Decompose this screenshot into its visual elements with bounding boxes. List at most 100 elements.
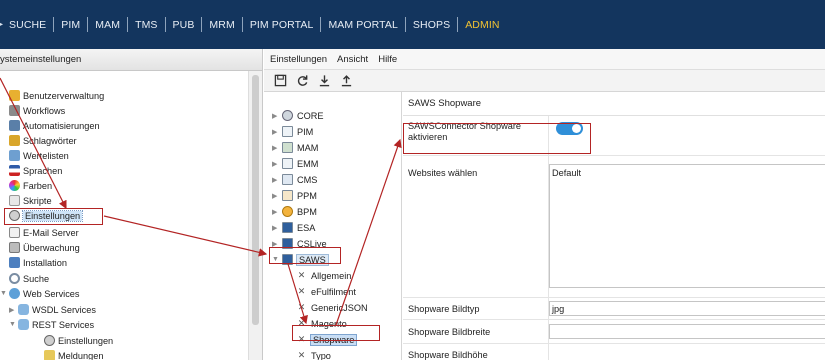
sidebar-item-meldungen[interactable]: Meldungen <box>44 348 103 360</box>
expand-arrow-icon[interactable]: ▶ <box>272 176 282 184</box>
collapse-arrow-icon[interactable]: ▼ <box>272 256 282 263</box>
sidebar-item-benutzerverwaltung[interactable]: Benutzerverwaltung <box>9 88 104 103</box>
refresh-icon[interactable] <box>294 72 311 89</box>
expand-arrow-icon[interactable]: ▶ <box>272 192 282 200</box>
nav-pub[interactable]: PUB <box>173 19 195 31</box>
sidebar-item-wsdl-services[interactable]: ▶ WSDL Services <box>9 302 96 317</box>
tree-child-shopware[interactable]: ✕ Shopware <box>296 332 358 347</box>
sidebar-item-rest-einstellungen[interactable]: Einstellungen <box>44 333 113 348</box>
upload-icon[interactable] <box>338 72 355 89</box>
sidebar-item-label: Workflows <box>23 105 66 116</box>
nav-tms[interactable]: TMS <box>135 19 157 31</box>
scrollbar-thumb[interactable] <box>252 75 259 325</box>
sidebar-item-web-services[interactable]: ▼ Web Services <box>0 286 80 301</box>
left-scrollbar[interactable] <box>248 71 262 360</box>
sidebar-item-sprachen[interactable]: Sprachen <box>9 163 62 178</box>
activate-label: SAWSConnector Shopware aktivieren <box>408 121 522 142</box>
collapse-arrow-icon[interactable]: ▼ <box>9 321 18 328</box>
form-row-bildhoehe: Shopware Bildhöhe <box>403 344 825 360</box>
tree-item-pim[interactable]: ▶ PIM <box>272 124 313 139</box>
tree-item-label: Typo <box>311 350 331 360</box>
sidebar-item-label: Web Services <box>23 288 80 299</box>
sidebar-item-label: Schlagwörter <box>23 135 77 146</box>
expand-arrow-icon[interactable]: ▶ <box>272 144 282 152</box>
expand-arrow-icon[interactable]: ▶ <box>272 208 282 216</box>
wrench-icon: ✕ <box>297 270 306 280</box>
expand-arrow-icon[interactable]: ▶ <box>272 160 282 168</box>
sidebar-item-automatisierungen[interactable]: Automatisierungen <box>9 118 100 133</box>
tree-item-saws[interactable]: ▼ SAWS <box>272 252 329 267</box>
monitor-icon <box>9 242 20 253</box>
nav-pim-portal[interactable]: PIM PORTAL <box>250 19 314 31</box>
tree-item-cslive[interactable]: ▶ CSLive <box>272 236 327 251</box>
sidebar-item-label: Meldungen <box>58 350 104 360</box>
toggle-knob <box>572 124 581 133</box>
color-icon <box>9 180 20 191</box>
menu-ansicht[interactable]: Ansicht <box>337 54 368 65</box>
bildbreite-field[interactable] <box>549 324 825 339</box>
sidebar-item-ueberwachung[interactable]: Überwachung <box>9 240 80 255</box>
sidebar-item-skripte[interactable]: Skripte <box>9 193 52 208</box>
expand-arrow-icon[interactable]: ▶ <box>9 306 18 314</box>
websites-label: Websites wählen <box>408 168 478 178</box>
tree-item-core[interactable]: ▶ CORE <box>272 108 324 123</box>
download-icon[interactable] <box>316 72 333 89</box>
tree-child-efulfilment[interactable]: ✕ eFulfilment <box>296 284 356 299</box>
tree-child-typo[interactable]: ✕ Typo <box>296 348 331 360</box>
nav-divider <box>127 17 129 32</box>
expand-arrow-icon[interactable]: ▶ <box>272 128 282 136</box>
tree-item-emm[interactable]: ▶ EMM <box>272 156 318 171</box>
tree-item-mam[interactable]: ▶ MAM <box>272 140 318 155</box>
collapse-arrow-icon[interactable]: ▼ <box>0 290 9 297</box>
activate-toggle[interactable] <box>556 122 583 135</box>
tree-item-bpm[interactable]: ▶ BPM <box>272 204 317 219</box>
nav-mam-portal[interactable]: MAM PORTAL <box>328 19 397 31</box>
sidebar-item-email-server[interactable]: E-Mail Server <box>9 225 79 240</box>
sidebar-item-farben[interactable]: Farben <box>9 178 52 193</box>
expand-arrow-icon[interactable]: ▶ <box>272 224 282 232</box>
sidebar-item-label: Suche <box>23 273 50 284</box>
bpm-icon <box>282 206 293 217</box>
nav-shops[interactable]: SHOPS <box>413 19 450 31</box>
nav-suche[interactable]: SUCHE <box>9 19 46 31</box>
nav-mam[interactable]: MAM <box>95 19 120 31</box>
sidebar-item-label: Benutzerverwaltung <box>23 90 105 101</box>
wrench-icon: ✕ <box>297 334 306 344</box>
sidebar-item-rest-services[interactable]: ▼ REST Services <box>9 317 94 332</box>
top-navigation: ▸ SUCHE PIM MAM TMS PUB MRM PIM PORTAL M… <box>0 0 825 49</box>
workflow-icon <box>9 105 20 116</box>
sidebar-item-einstellungen[interactable]: Einstellungen <box>9 208 84 223</box>
form-row-bildtyp: Shopware Bildtyp jpg <box>403 298 825 320</box>
sidebar-item-installation[interactable]: Installation <box>9 255 67 270</box>
cms-icon <box>282 174 293 185</box>
wrench-icon: ✕ <box>297 286 306 296</box>
menu-hilfe[interactable]: Hilfe <box>378 54 397 65</box>
expand-arrow-icon[interactable]: ▶ <box>272 240 282 248</box>
form-title: SAWS Shopware <box>403 92 825 116</box>
menu-einstellungen[interactable]: Einstellungen <box>270 54 327 65</box>
sidebar-item-wertelisten[interactable]: Wertelisten <box>9 148 69 163</box>
tree-child-magento[interactable]: ✕ Magento <box>296 316 347 331</box>
save-icon[interactable] <box>272 72 289 89</box>
sidebar-item-workflows[interactable]: Workflows <box>9 103 65 118</box>
tree-child-genericjson[interactable]: ✕ GenericJSON <box>296 300 368 315</box>
settings-icon <box>44 335 55 346</box>
wrench-icon: ✕ <box>297 302 306 312</box>
saws-icon <box>282 254 293 265</box>
websites-field[interactable]: Default <box>549 164 825 288</box>
tree-item-ppm[interactable]: ▶ PPM <box>272 188 317 203</box>
tree-child-allgemein[interactable]: ✕ Allgemein <box>296 268 352 283</box>
nav-admin[interactable]: ADMIN <box>465 19 499 31</box>
tree-item-esa[interactable]: ▶ ESA <box>272 220 315 235</box>
nav-pim[interactable]: PIM <box>61 19 80 31</box>
system-settings-panel: ystemeinstellungen Benutzerverwaltung Wo… <box>0 49 263 360</box>
nav-divider <box>457 17 459 32</box>
sidebar-item-schlagwoerter[interactable]: Schlagwörter <box>9 133 77 148</box>
form-row-activate: SAWSConnector Shopware aktivieren <box>403 116 825 156</box>
nav-mrm[interactable]: MRM <box>209 19 234 31</box>
expand-arrow-icon[interactable]: ▶ <box>272 112 282 120</box>
bildtyp-field[interactable]: jpg <box>549 301 825 316</box>
form-row-bildbreite: Shopware Bildbreite <box>403 320 825 344</box>
tree-item-cms[interactable]: ▶ CMS <box>272 172 317 187</box>
sidebar-item-suche[interactable]: Suche <box>9 271 49 286</box>
